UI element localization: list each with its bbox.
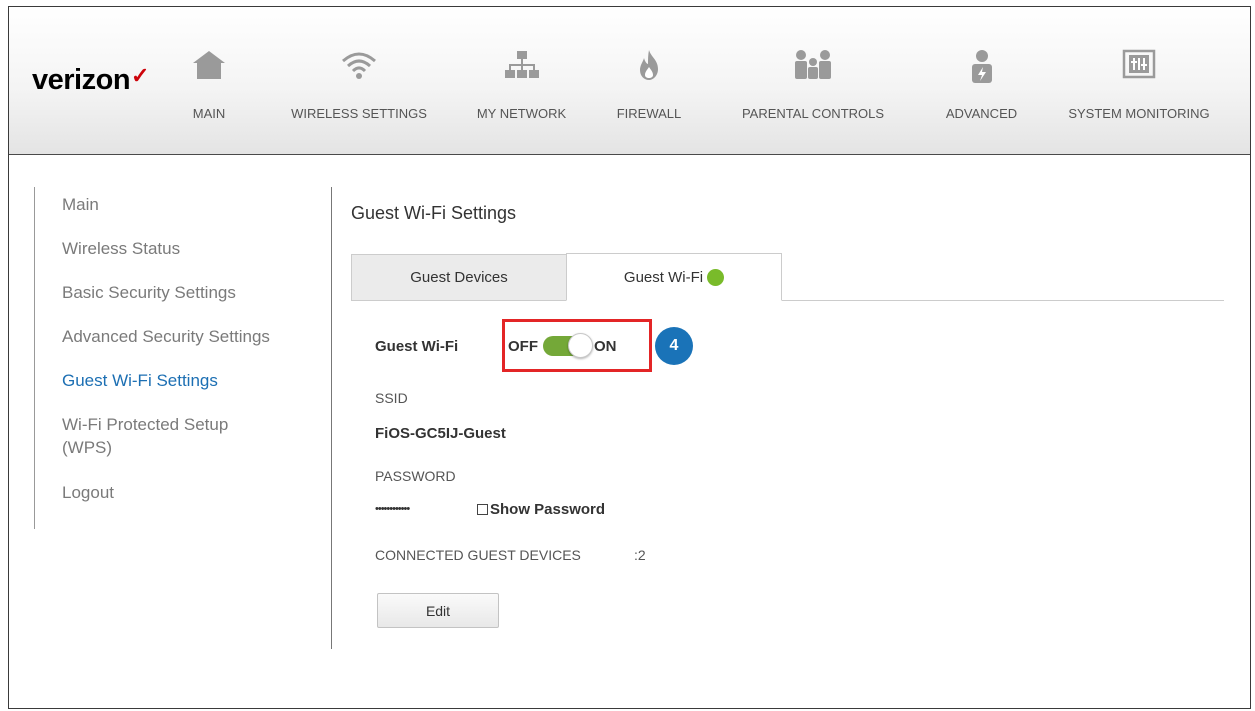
top-header: verizon✓ MAIN WIRELESS SETTINGS MY NETWO… <box>9 7 1250 155</box>
flame-icon <box>634 49 664 86</box>
verizon-logo[interactable]: verizon✓ <box>32 63 149 97</box>
nav-system-monitoring[interactable]: SYSTEM MONITORING <box>1059 7 1219 154</box>
sidebar-item-main[interactable]: Main <box>62 193 99 216</box>
nav-wireless-settings-label: WIRELESS SETTINGS <box>291 106 427 121</box>
monitor-icon <box>1122 49 1156 86</box>
content-divider <box>331 187 332 649</box>
sidebar-item-wps[interactable]: Wi-Fi Protected Setup (WPS) <box>62 413 228 459</box>
nav-firewall[interactable]: FIREWALL <box>609 7 689 154</box>
nav-firewall-label: FIREWALL <box>616 106 682 121</box>
nav-parental-controls[interactable]: PARENTAL CONTROLS <box>731 7 895 154</box>
toggle-knob[interactable] <box>568 333 593 358</box>
connected-devices-count: :2 <box>634 547 646 563</box>
edit-button[interactable]: Edit <box>377 593 499 628</box>
toggle-off-label: OFF <box>508 337 538 355</box>
page-title: Guest Wi-Fi Settings <box>351 203 517 223</box>
home-icon <box>191 49 227 86</box>
nav-wireless-settings[interactable]: WIRELESS SETTINGS <box>291 7 427 154</box>
show-password-checkbox[interactable] <box>477 504 488 515</box>
nav-main[interactable]: MAIN <box>159 7 259 154</box>
tab-guest-devices-label: Guest Devices <box>410 269 508 286</box>
sidebar-item-advanced-security[interactable]: Advanced Security Settings <box>62 325 270 348</box>
sidebar: Main Wireless Status Basic Security Sett… <box>34 187 324 529</box>
show-password-group: Show Password <box>477 501 605 518</box>
guest-wifi-toggle[interactable] <box>543 333 593 358</box>
nav-parental-controls-label: PARENTAL CONTROLS <box>741 106 885 121</box>
guest-wifi-label: Guest Wi-Fi <box>375 338 459 355</box>
tab-guest-wifi-label: Guest Wi-Fi <box>623 268 704 286</box>
connected-devices-label: CONNECTED GUEST DEVICES <box>375 547 581 563</box>
logo-check-icon: ✓ <box>131 63 149 88</box>
sidebar-item-guest-wifi[interactable]: Guest Wi-Fi Settings <box>62 369 218 392</box>
nav-advanced[interactable]: ADVANCED <box>939 7 1024 154</box>
nav-system-monitoring-label: SYSTEM MONITORING <box>1068 106 1210 121</box>
router-window: verizon✓ MAIN WIRELESS SETTINGS MY NETWO… <box>8 6 1251 709</box>
sidebar-item-wireless-status[interactable]: Wireless Status <box>62 237 180 260</box>
toggle-on-label: ON <box>594 337 617 355</box>
nav-my-network[interactable]: MY NETWORK <box>469 7 574 154</box>
guest-wifi-toggle-group: OFF ON <box>508 333 617 358</box>
ssid-label: SSID <box>375 390 408 406</box>
password-label: PASSWORD <box>375 468 456 484</box>
nav-my-network-label: MY NETWORK <box>476 106 567 121</box>
sidebar-item-logout[interactable]: Logout <box>62 481 114 504</box>
step-badge: 4 <box>655 327 693 365</box>
wifi-icon <box>339 49 379 86</box>
tab-guest-wifi[interactable]: Guest Wi-Fi <box>566 253 782 301</box>
nav-main-label: MAIN <box>192 106 226 121</box>
nav-advanced-label: ADVANCED <box>945 106 1018 121</box>
ssid-value: FiOS-GC5IJ-Guest <box>375 425 506 442</box>
family-icon <box>792 49 834 86</box>
network-icon <box>504 49 540 86</box>
sidebar-item-basic-security[interactable]: Basic Security Settings <box>62 281 236 304</box>
password-value: •••••••••••• <box>375 503 410 515</box>
tab-guest-devices[interactable]: Guest Devices <box>351 254 567 300</box>
show-password-label[interactable]: Show Password <box>490 501 605 518</box>
status-dot-icon <box>707 268 725 286</box>
logo-text: verizon <box>32 64 131 96</box>
advanced-user-icon <box>968 49 996 90</box>
tab-underline <box>351 300 1224 301</box>
